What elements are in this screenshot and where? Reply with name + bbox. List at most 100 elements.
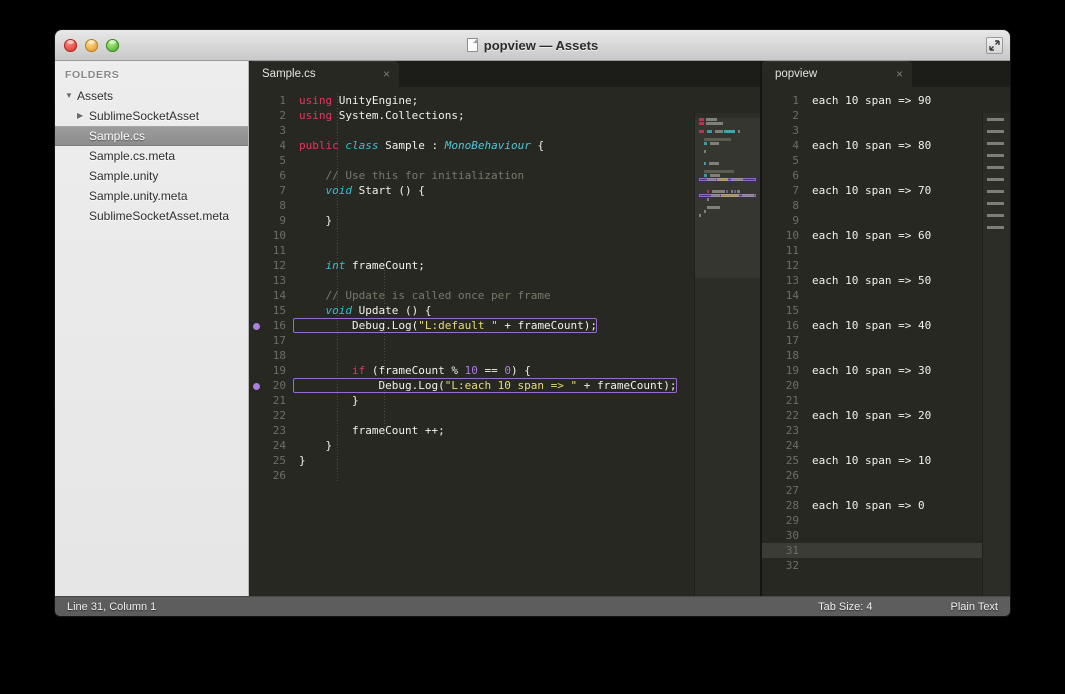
line-number[interactable]: 7 [762,183,806,198]
line-number[interactable]: 22 [249,408,293,423]
sidebar-item-sublimesocketasset-meta[interactable]: SublimeSocketAsset.meta [55,206,248,226]
line-number[interactable]: 5 [762,153,806,168]
line-number[interactable]: 15 [762,303,806,318]
line-number[interactable]: 24 [249,438,293,453]
line-number[interactable]: 26 [249,468,293,483]
line-number[interactable]: 6 [249,168,293,183]
line-number[interactable]: 16 [249,318,293,333]
line-number[interactable]: 11 [249,243,293,258]
line-number[interactable]: 3 [249,123,293,138]
output-line[interactable] [806,423,1010,438]
line-number[interactable]: 1 [249,93,293,108]
line-number[interactable]: 10 [249,228,293,243]
line-number[interactable]: 31 [762,543,806,558]
line-number[interactable]: 2 [762,108,806,123]
sidebar-item-sublimesocketasset[interactable]: ▶ SublimeSocketAsset [55,106,248,126]
close-button[interactable] [64,38,77,52]
code-line[interactable] [293,228,760,243]
output-line[interactable] [806,513,1010,528]
code-line[interactable]: } [293,393,760,408]
code-line[interactable]: void Start () { [293,183,760,198]
output-line[interactable] [806,543,1010,558]
output-line[interactable] [806,528,1010,543]
line-number[interactable]: 26 [762,468,806,483]
code-line[interactable]: // Use this for initialization [293,168,760,183]
code-line[interactable] [293,333,760,348]
line-number[interactable]: 28 [762,498,806,513]
sidebar[interactable]: FOLDERS ▼ Assets ▶ SublimeSocketAsset Sample… [55,61,249,596]
code-line[interactable]: } [293,213,760,228]
code-content-left[interactable]: using UnityEngine; using System.Collectio… [293,87,760,596]
line-number[interactable]: 8 [249,198,293,213]
line-number[interactable]: 10 [762,228,806,243]
breakpoint-icon[interactable] [253,322,260,330]
output-line[interactable] [806,153,1010,168]
line-number[interactable]: 18 [762,348,806,363]
code-line[interactable] [293,243,760,258]
output-line[interactable] [806,393,1010,408]
line-number[interactable]: 18 [249,348,293,363]
sidebar-item-assets[interactable]: ▼ Assets [55,86,248,106]
output-line[interactable]: each 10 span => 90 [806,93,1010,108]
output-line[interactable]: each 10 span => 70 [806,183,1010,198]
output-line[interactable] [806,288,1010,303]
line-number[interactable]: 2 [249,108,293,123]
code-line[interactable]: frameCount ++; [293,423,760,438]
close-icon[interactable]: × [383,68,390,80]
line-number[interactable]: 19 [249,363,293,378]
code-line[interactable] [293,273,760,288]
output-line[interactable]: each 10 span => 10 [806,453,1010,468]
minimap-left[interactable] [694,113,760,596]
line-number[interactable]: 20 [762,378,806,393]
line-number[interactable]: 15 [249,303,293,318]
line-number[interactable]: 21 [249,393,293,408]
output-line[interactable]: each 10 span => 80 [806,138,1010,153]
code-line[interactable]: using System.Collections; [293,108,760,123]
line-number[interactable]: 11 [762,243,806,258]
sidebar-file-list[interactable]: ▼ Assets ▶ SublimeSocketAsset Sample.cs Sampl… [55,86,248,226]
line-number[interactable]: 6 [762,168,806,183]
code-editor-left[interactable]: 1 2 3 4 5 6 7 8 9 10 11 12 13 14 15 16 17 18 19 20 21 22 23 24 2… [249,87,760,596]
line-number[interactable]: 23 [762,423,806,438]
output-line[interactable] [806,303,1010,318]
zoom-button[interactable] [106,38,119,52]
breakpoint-icon[interactable] [253,382,260,390]
line-number[interactable]: 4 [762,138,806,153]
output-line[interactable] [806,243,1010,258]
output-line[interactable]: each 10 span => 0 [806,498,1010,513]
code-line[interactable] [293,123,760,138]
line-number[interactable]: 8 [762,198,806,213]
output-line[interactable]: each 10 span => 60 [806,228,1010,243]
line-number[interactable]: 17 [249,333,293,348]
tab-popview[interactable]: popview × [762,61,912,87]
sidebar-item-sample-unity-meta[interactable]: Sample.unity.meta [55,186,248,206]
status-syntax[interactable]: Plain Text [951,601,999,613]
code-line[interactable]: Debug.Log("L:each 10 span => " + frameCo… [293,378,676,393]
line-number[interactable]: 12 [762,258,806,273]
chevron-right-icon[interactable]: ▶ [77,112,89,120]
line-number[interactable]: 27 [762,483,806,498]
output-line[interactable] [806,333,1010,348]
line-number[interactable]: 9 [762,213,806,228]
resize-grip-icon[interactable] [986,37,1003,54]
output-line[interactable] [806,438,1010,453]
output-line[interactable] [806,558,1010,573]
line-number[interactable]: 14 [762,288,806,303]
line-number[interactable]: 1 [762,93,806,108]
output-line[interactable] [806,483,1010,498]
line-number[interactable]: 22 [762,408,806,423]
line-number[interactable]: 16 [762,318,806,333]
code-line[interactable] [293,408,760,423]
line-number[interactable]: 5 [249,153,293,168]
line-number[interactable]: 21 [762,393,806,408]
output-line[interactable] [806,198,1010,213]
output-line[interactable] [806,213,1010,228]
output-line[interactable]: each 10 span => 40 [806,318,1010,333]
output-line[interactable] [806,258,1010,273]
line-number[interactable]: 30 [762,528,806,543]
output-line[interactable]: each 10 span => 20 [806,408,1010,423]
code-line[interactable]: } [293,453,760,468]
sidebar-item-sample-cs-meta[interactable]: Sample.cs.meta [55,146,248,166]
output-line[interactable]: each 10 span => 50 [806,273,1010,288]
line-number[interactable]: 9 [249,213,293,228]
